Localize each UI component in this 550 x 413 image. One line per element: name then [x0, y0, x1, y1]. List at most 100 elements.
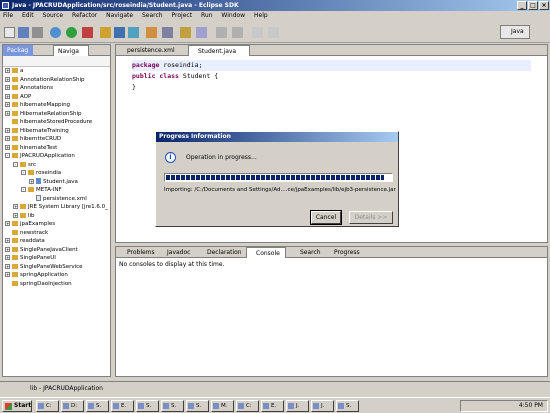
expand-toggle-icon[interactable]: +	[13, 204, 18, 209]
tab-javadoc[interactable]: Javadoc	[158, 247, 198, 258]
tab-navigator[interactable]: Naviga	[53, 45, 89, 56]
tree-item[interactable]: + jpaExamples	[5, 220, 110, 229]
tree-item[interactable]: - META-INF	[5, 186, 110, 195]
tab-problems[interactable]: Problems	[118, 247, 158, 258]
tree-item[interactable]: + a	[5, 67, 110, 76]
tree-item[interactable]: persistence.xml	[5, 195, 110, 204]
tree-item[interactable]: - roseindia	[5, 169, 110, 178]
taskbar-button[interactable]: S.	[336, 400, 359, 412]
menu-window[interactable]: Window	[221, 12, 245, 19]
expand-toggle-icon[interactable]: +	[5, 246, 10, 252]
tree-item[interactable]: + AOP	[5, 93, 110, 102]
back-icon[interactable]	[252, 27, 263, 38]
taskbar-button[interactable]: C:	[36, 400, 59, 412]
tree-item[interactable]: + HibernateRelationShip	[5, 110, 110, 119]
expand-toggle-icon[interactable]: +	[5, 263, 10, 269]
tree-item[interactable]: + Annotations	[5, 84, 110, 93]
expand-toggle-icon[interactable]: +	[5, 136, 10, 141]
tab-search[interactable]: Search	[291, 247, 325, 258]
menu-navigate[interactable]: Navigate	[106, 12, 133, 19]
taskbar-button[interactable]: E.	[261, 400, 284, 412]
next-annotation-icon[interactable]	[216, 27, 227, 38]
taskbar-button[interactable]: J.	[311, 400, 334, 412]
expand-toggle-icon[interactable]: +	[5, 93, 10, 99]
tree-item[interactable]: + readdata	[5, 237, 110, 246]
taskbar-button[interactable]: J.	[286, 400, 309, 412]
menu-project[interactable]: Project	[172, 12, 193, 19]
start-button[interactable]: Start	[2, 400, 32, 412]
expand-toggle-icon[interactable]: +	[5, 272, 10, 277]
tree-item[interactable]: + springApplication	[5, 271, 110, 280]
previous-annotation-icon[interactable]	[232, 27, 243, 38]
perspective-java[interactable]: Java	[500, 25, 530, 39]
expand-toggle-icon[interactable]: -	[21, 187, 26, 192]
taskbar-button[interactable]: D:	[61, 400, 84, 412]
open-folder-icon[interactable]	[180, 27, 191, 38]
taskbar-button[interactable]: M.	[211, 400, 234, 412]
toggle-mark-icon[interactable]	[196, 27, 207, 38]
open-type-icon[interactable]	[146, 27, 157, 38]
taskbar-button[interactable]: E.	[111, 400, 134, 412]
expand-toggle-icon[interactable]: -	[21, 170, 26, 175]
dialog-title[interactable]: Progress Information	[156, 132, 398, 142]
tree-item[interactable]: + SinglePaneJavaClient	[5, 246, 110, 255]
menu-refactor[interactable]: Refactor	[72, 12, 97, 19]
tab-progress[interactable]: Progress	[325, 247, 365, 258]
tree-item[interactable]: + Student.java	[5, 178, 110, 187]
expand-toggle-icon[interactable]: +	[5, 110, 10, 116]
tab-declaration[interactable]: Declaration	[198, 247, 246, 258]
external-tools-icon[interactable]	[82, 27, 93, 38]
new-icon[interactable]	[4, 27, 15, 38]
tree-item[interactable]: hibernateStoredProcedure	[5, 118, 110, 127]
tree-item[interactable]: + HibernateTraining	[5, 127, 110, 136]
code-area[interactable]: package roseindia; public class Student …	[116, 56, 547, 97]
new-package-icon[interactable]	[114, 27, 125, 38]
taskbar-button[interactable]: S.	[161, 400, 184, 412]
menu-search[interactable]: Search	[142, 12, 163, 19]
tree-item[interactable]: + lib	[5, 212, 110, 221]
expand-toggle-icon[interactable]: +	[13, 212, 18, 218]
print-icon[interactable]	[32, 27, 43, 38]
expand-toggle-icon[interactable]: +	[5, 68, 10, 73]
new-java-project-icon[interactable]	[100, 27, 111, 38]
cancel-button[interactable]: Cancel	[310, 210, 342, 225]
tree-item[interactable]: newstrack	[5, 229, 110, 238]
expand-toggle-icon[interactable]: -	[13, 161, 18, 167]
expand-toggle-icon[interactable]: +	[5, 144, 10, 150]
maximize-button[interactable]: □	[528, 1, 538, 10]
expand-toggle-icon[interactable]: +	[5, 221, 10, 226]
menu-file[interactable]: File	[3, 12, 13, 19]
tab-student-java[interactable]: Student.java	[188, 45, 250, 56]
save-icon[interactable]	[18, 27, 29, 38]
tree-item[interactable]: - src	[5, 161, 110, 170]
tree-item[interactable]: + JRE System Library [jre1.6.0_	[5, 203, 110, 212]
expand-toggle-icon[interactable]: +	[5, 76, 10, 82]
tree-item[interactable]: - JPACRUDApplication	[5, 152, 110, 161]
tree-item[interactable]: + SinglePaneUI	[5, 254, 110, 263]
tree-item[interactable]: + hibernateMapping	[5, 101, 110, 110]
taskbar-button[interactable]: C:	[236, 400, 259, 412]
tab-console[interactable]: Console	[246, 247, 286, 258]
close-button[interactable]: ×	[539, 1, 549, 10]
menu-run[interactable]: Run	[201, 12, 213, 19]
menu-source[interactable]: Source	[43, 12, 64, 19]
menu-edit[interactable]: Edit	[22, 12, 34, 19]
taskbar-button[interactable]: S.	[86, 400, 109, 412]
expand-toggle-icon[interactable]: +	[5, 238, 10, 243]
menu-help[interactable]: Help	[254, 12, 268, 19]
taskbar-button[interactable]: S.	[136, 400, 159, 412]
expand-toggle-icon[interactable]: +	[29, 178, 34, 184]
expand-toggle-icon[interactable]: +	[5, 255, 10, 260]
tree-item[interactable]: springDaoInjection	[5, 280, 110, 289]
minimize-button[interactable]: _	[517, 1, 527, 10]
tab-package-explorer[interactable]: Packag	[3, 45, 33, 56]
tab-persistence-xml[interactable]: persistence.xml	[118, 45, 188, 56]
window-title-bar[interactable]: Java - JPACRUDApplication/src/roseindia/…	[0, 0, 550, 11]
search-icon[interactable]	[162, 27, 173, 38]
expand-toggle-icon[interactable]: +	[5, 85, 10, 90]
expand-toggle-icon[interactable]: -	[5, 153, 10, 158]
new-class-icon[interactable]	[128, 27, 139, 38]
forward-icon[interactable]	[268, 27, 279, 38]
expand-toggle-icon[interactable]: +	[5, 127, 10, 133]
tree-item[interactable]: + hinernateTest	[5, 144, 110, 153]
